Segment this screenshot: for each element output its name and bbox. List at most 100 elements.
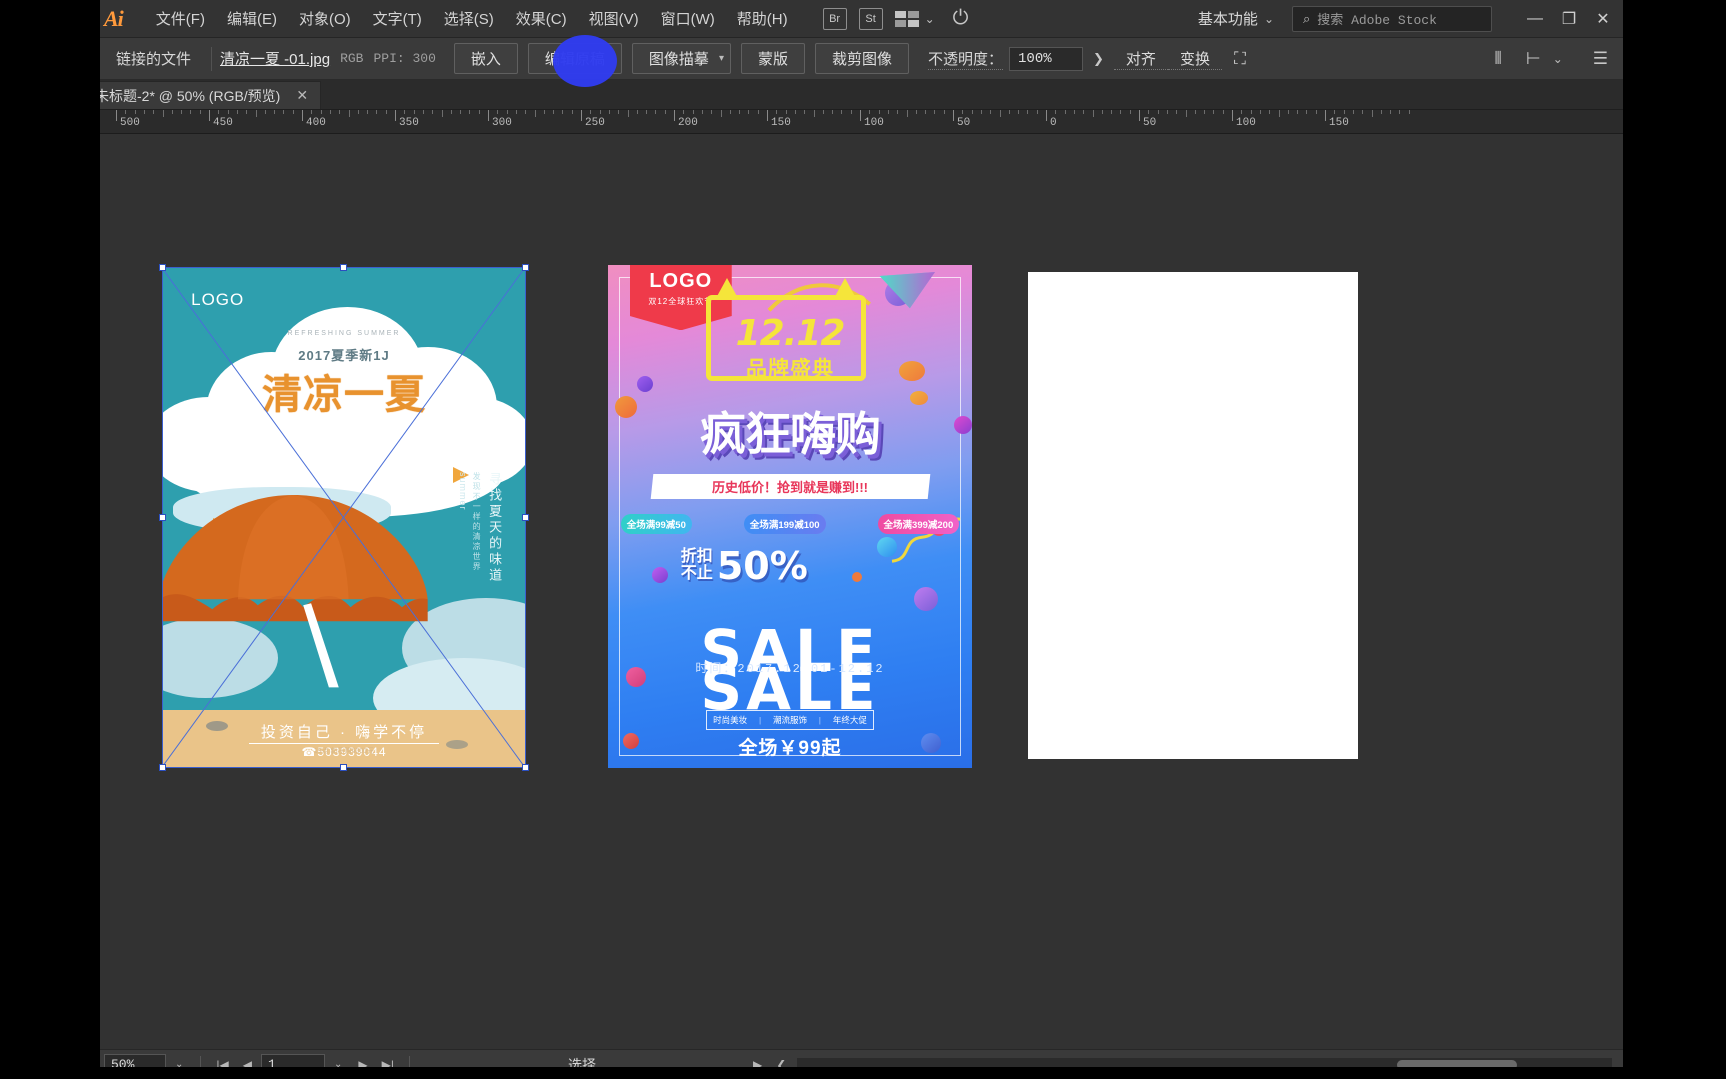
transform-menu[interactable]: 变换 bbox=[1168, 48, 1222, 70]
selection-handle[interactable] bbox=[522, 764, 529, 771]
ruler-tick-minor bbox=[776, 110, 777, 114]
ruler-tick-minor bbox=[451, 110, 452, 114]
artwork2-tag-row: 时尚美妆 | 潮流服饰 | 年终大促 bbox=[706, 710, 873, 730]
ruler-tick-minor bbox=[469, 110, 470, 114]
ruler-label: 350 bbox=[397, 117, 419, 129]
ruler-tick-minor bbox=[414, 110, 415, 114]
image-trace-button[interactable]: 图像描摹 ▾ bbox=[632, 43, 731, 74]
selection-handle[interactable] bbox=[522, 264, 529, 271]
ruler-tick-minor bbox=[339, 110, 340, 114]
bounding-box-icon[interactable]: ⛶ bbox=[1222, 49, 1258, 69]
menu-effect[interactable]: 效果(C) bbox=[505, 4, 578, 33]
close-icon[interactable]: ✕ bbox=[296, 87, 308, 104]
ruler-tick-minor bbox=[1223, 110, 1224, 114]
menu-view[interactable]: 视图(V) bbox=[578, 4, 650, 33]
menu-type[interactable]: 文字(T) bbox=[362, 4, 433, 33]
chevron-down-icon[interactable]: ▾ bbox=[719, 53, 724, 64]
align-chevron-icon[interactable]: ⌄ bbox=[1553, 52, 1563, 66]
ruler-tick-minor bbox=[218, 110, 219, 114]
linked-filename[interactable]: 清凉一夏 -01.jpg bbox=[220, 48, 330, 69]
ruler-label: 150 bbox=[769, 117, 791, 129]
artwork2-coupon-1: 全场满99减50 bbox=[621, 514, 692, 534]
ruler-tick-minor bbox=[442, 110, 443, 117]
window-restore-button[interactable]: ❐ bbox=[1552, 9, 1586, 29]
ruler-tick-minor bbox=[562, 110, 563, 114]
ruler-tick-minor bbox=[1279, 110, 1280, 117]
menu-select[interactable]: 选择(S) bbox=[433, 4, 505, 33]
ruler-tick-minor bbox=[265, 110, 266, 114]
ruler-tick-minor bbox=[1241, 110, 1242, 114]
ruler-tick-minor bbox=[1269, 110, 1270, 114]
opacity-input[interactable]: 100% bbox=[1009, 47, 1083, 71]
artwork-summer-poster[interactable]: LOGO REFRESHING SUMMER 2017夏季新1J 清凉一夏 寻找… bbox=[162, 267, 526, 768]
crop-image-button[interactable]: 裁剪图像 bbox=[815, 43, 909, 74]
ruler-tick-minor bbox=[832, 110, 833, 114]
ruler-tick-minor bbox=[804, 110, 805, 114]
blank-artboard[interactable] bbox=[1028, 272, 1358, 759]
menu-edit[interactable]: 编辑(E) bbox=[216, 4, 288, 33]
ruler-tick-minor bbox=[823, 110, 824, 114]
ruler-tick-minor bbox=[125, 110, 126, 114]
ruler-tick-minor bbox=[814, 110, 815, 117]
umbrella-illustration bbox=[162, 487, 431, 687]
ruler-tick-minor bbox=[1130, 110, 1131, 114]
align-to-icon[interactable]: ⊢ bbox=[1514, 49, 1553, 69]
arrange-documents-icon[interactable] bbox=[895, 9, 921, 29]
distribute-icon[interactable]: ⦀ bbox=[1482, 49, 1513, 69]
ruler-tick-minor bbox=[693, 110, 694, 114]
ruler-tick-minor bbox=[934, 110, 935, 114]
horizontal-ruler[interactable]: 50045040035030025020015010050050100150 bbox=[76, 110, 1670, 134]
ruler-tick-minor bbox=[544, 110, 545, 114]
ruler-tick-minor bbox=[516, 110, 517, 114]
ruler-tick-minor bbox=[404, 110, 405, 114]
canvas[interactable]: LOGO REFRESHING SUMMER 2017夏季新1J 清凉一夏 寻找… bbox=[98, 134, 1670, 1049]
stock-icon[interactable]: St bbox=[859, 8, 883, 30]
selection-handle[interactable] bbox=[340, 264, 347, 271]
ruler-tick-minor bbox=[758, 110, 759, 114]
ruler-tick-minor bbox=[144, 110, 145, 114]
window-close-button[interactable]: ✕ bbox=[1586, 9, 1620, 29]
ruler-tick-minor bbox=[1213, 110, 1214, 114]
selection-handle[interactable] bbox=[522, 514, 529, 521]
ruler-tick-minor bbox=[888, 110, 889, 114]
stock-power-icon[interactable]: ⏻ bbox=[953, 7, 969, 30]
artwork-1212-poster[interactable]: LOGO 双12全球狂欢节 12.12 品牌盛典 疯狂嗨购 历史低价！抢到就是赚… bbox=[608, 265, 972, 768]
ruler-tick-minor bbox=[1065, 110, 1066, 114]
control-bar: 链接的文件 清凉一夏 -01.jpg RGB PPI: 300 嵌入 编辑原稿 … bbox=[0, 38, 1726, 80]
ruler-tick-minor bbox=[423, 110, 424, 114]
menu-object[interactable]: 对象(O) bbox=[288, 4, 362, 33]
window-minimize-button[interactable]: — bbox=[1518, 10, 1552, 28]
embed-button[interactable]: 嵌入 bbox=[454, 43, 518, 74]
ruler-tick-major bbox=[302, 110, 303, 121]
selection-handle[interactable] bbox=[159, 764, 166, 771]
arrange-chevron-icon[interactable]: ⌄ bbox=[925, 12, 935, 26]
ruler-tick-minor bbox=[1353, 110, 1354, 114]
panel-options-icon[interactable]: ☰ bbox=[1581, 49, 1620, 69]
align-menu[interactable]: 对齐 bbox=[1114, 48, 1168, 70]
bridge-icon[interactable]: Br bbox=[823, 8, 847, 30]
ruler-tick-minor bbox=[851, 110, 852, 114]
menu-window[interactable]: 窗口(W) bbox=[650, 4, 726, 33]
artwork2-tag-2: 潮流服饰 bbox=[773, 714, 807, 726]
ruler-tick-minor bbox=[1381, 110, 1382, 114]
selection-handle[interactable] bbox=[159, 514, 166, 521]
document-tab-title: 未标题-2* @ 50% (RGB/预览) bbox=[95, 86, 280, 106]
artwork2-brand-fest: 品牌盛典 bbox=[608, 353, 972, 383]
document-tab[interactable]: 未标题-2* @ 50% (RGB/预览) ✕ bbox=[80, 81, 321, 109]
mask-button[interactable]: 蒙版 bbox=[741, 43, 805, 74]
selection-handle[interactable] bbox=[340, 764, 347, 771]
stock-search-box[interactable]: ⌕ 搜索 Adobe Stock bbox=[1292, 6, 1492, 32]
letterbox-left bbox=[0, 0, 100, 1079]
workspace-switcher[interactable]: 基本功能 bbox=[1198, 8, 1258, 29]
menu-file[interactable]: 文件(F) bbox=[145, 4, 216, 33]
selection-handle[interactable] bbox=[159, 264, 166, 271]
ruler-tick-minor bbox=[460, 110, 461, 114]
ruler-label: 50 bbox=[1141, 117, 1156, 129]
artwork1-footer-small: 19点 新乐购6000元 bbox=[162, 746, 526, 756]
workspace-chevron-icon[interactable]: ⌄ bbox=[1264, 12, 1274, 26]
menu-help[interactable]: 帮助(H) bbox=[726, 4, 799, 33]
image-trace-label: 图像描摹 bbox=[649, 48, 709, 69]
ruler-tick-minor bbox=[1260, 110, 1261, 114]
opacity-expand-icon[interactable]: ❯ bbox=[1093, 51, 1104, 67]
ruler-tick-minor bbox=[739, 110, 740, 114]
